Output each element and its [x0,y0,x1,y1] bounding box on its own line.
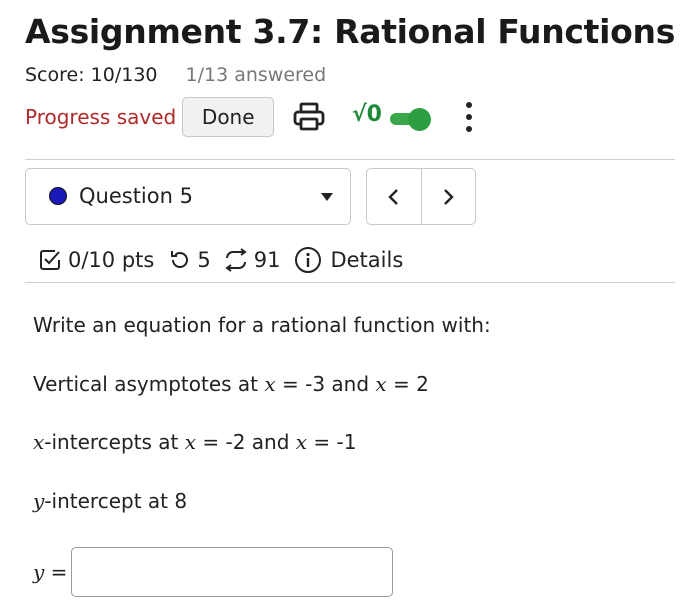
va-mid: = -3 and [275,372,376,396]
checkbox-points-icon [38,248,62,272]
xi-var: x [33,430,45,454]
dropdown-caret-icon [321,193,333,201]
submissions-icon [223,248,249,272]
toggle-knob [408,108,431,131]
assignment-title: Assignment 3.7: Rational Functions [25,12,676,51]
yi-var: y [33,489,45,513]
printer-icon[interactable] [292,102,326,136]
va-end: = 2 [386,372,429,396]
question-selector[interactable]: Question 5 [25,168,351,225]
xi-var-2: x [295,430,308,454]
question-meta-row: 0/10 pts 5 91 Details [38,244,403,276]
progress-saved-text: Progress saved [25,105,177,129]
previous-question-button[interactable] [367,169,421,224]
answer-equals: = [44,560,68,584]
xi-end: = -1 [307,430,357,454]
vertical-asymptotes-line: Vertical asymptotes at x = -3 and x = 2 [33,372,429,396]
question-status-dot [49,187,67,205]
question-selector-label: Question 5 [79,184,193,208]
math-entry-toggle[interactable] [390,108,432,131]
score-text: Score: 10/130 [25,64,158,86]
answer-label: y = [33,560,67,584]
submissions-count: 91 [253,248,281,272]
details-link[interactable]: Details [330,248,403,272]
answer-input[interactable] [71,547,393,597]
va-var-1: x [264,372,276,396]
meta-divider [25,282,675,283]
done-button[interactable]: Done [182,97,275,137]
yi-text: -intercept at 8 [44,489,188,513]
x-intercepts-line: x-intercepts at x = -2 and x = -1 [33,430,356,454]
top-divider [25,159,675,160]
xi-var-1: x [184,430,197,454]
next-question-button[interactable] [420,169,476,224]
attempts-icon [168,248,192,272]
more-options-icon[interactable] [462,100,476,134]
attempts-count: 5 [197,248,211,272]
va-var-2: x [375,372,387,396]
info-icon[interactable] [294,246,322,274]
answer-var: y [33,560,45,584]
save-status-row: Progress saved Done [25,96,275,138]
question-intro: Write an equation for a rational functio… [33,313,491,337]
y-intercept-line: y-intercept at 8 [33,489,187,513]
va-prefix: Vertical asymptotes at [33,372,265,396]
math-entry-icon[interactable]: √0 [352,102,382,127]
answered-count: 1/13 answered [185,64,327,86]
question-nav-group [366,168,476,225]
xi-mid: = -2 and [196,430,296,454]
score-line: Score: 10/130 1/13 answered [25,64,326,86]
xi-prefix: -intercepts at [44,430,185,454]
points-text: 0/10 pts [68,248,155,272]
